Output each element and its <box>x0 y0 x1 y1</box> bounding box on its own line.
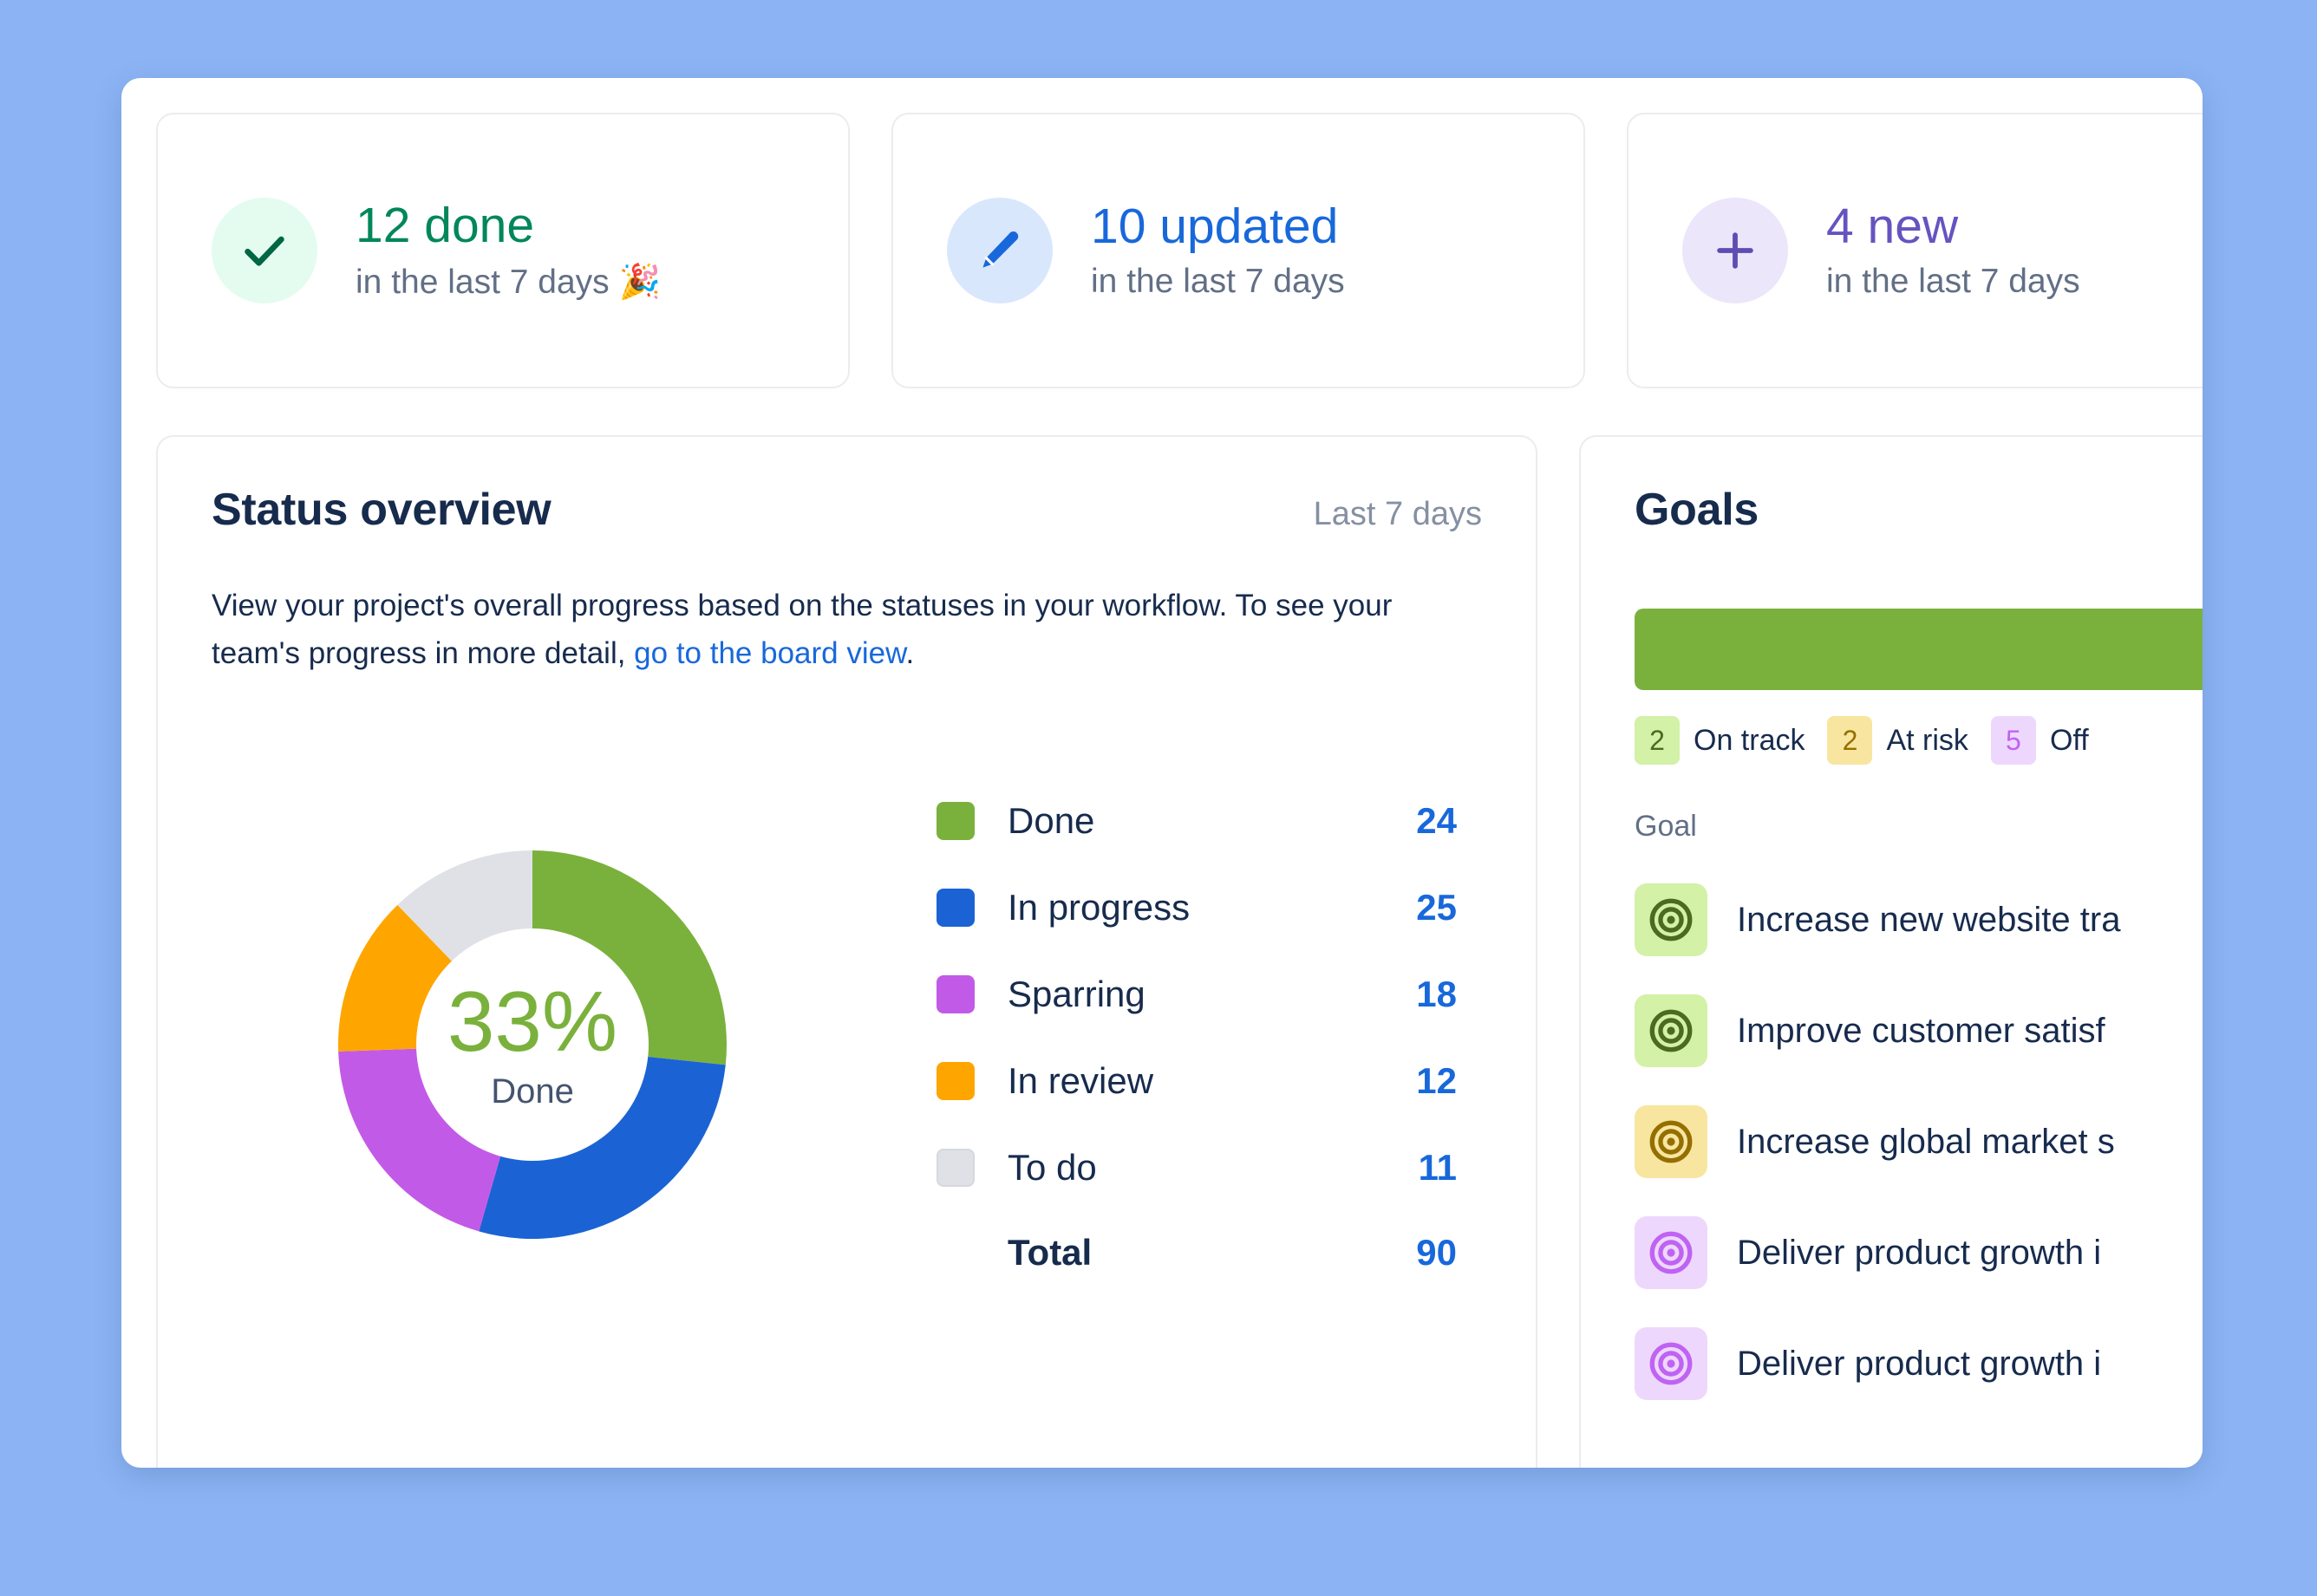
goals-progress-fill <box>1635 609 2203 690</box>
legend-row-sparring[interactable]: Sparring 18 <box>937 951 1457 1038</box>
legend-value-done: 24 <box>1416 800 1457 842</box>
legend-label-to-do: To do <box>1008 1147 1097 1189</box>
goal-list-item[interactable]: Increase global market s <box>1635 1086 2203 1197</box>
status-overview-header: Status overview Last 7 days <box>212 484 1482 536</box>
stat-card-updated[interactable]: 10 updated in the last 7 days <box>891 113 1585 388</box>
goal-name: Increase new website tra <box>1737 900 2121 939</box>
goal-list-item[interactable]: Deliver product growth i <box>1635 1308 2203 1419</box>
status-badge-count-on-track: 2 <box>1635 716 1680 765</box>
target-icon <box>1635 883 1707 956</box>
legend-swatch-in-progress <box>937 889 975 928</box>
pencil-icon-bubble <box>947 198 1053 303</box>
stat-headline-new: 4 new <box>1826 199 1959 255</box>
status-badge-label-at-risk: At risk <box>1886 723 1968 757</box>
pencil-icon <box>975 225 1025 276</box>
status-legend: Done 24 In progress 25 Sparring 18 In review 12… <box>937 778 1457 1294</box>
legend-label-sparring: Sparring <box>1008 974 1145 1015</box>
goal-name: Increase global market s <box>1737 1122 2115 1161</box>
stat-card-row: 12 done in the last 7 days 🎉 10 updated <box>156 113 2203 388</box>
screenshot-stage: 12 done in the last 7 days 🎉 10 updated <box>0 0 2317 1596</box>
legend-value-to-do: 11 <box>1418 1147 1457 1189</box>
legend-total-label: Total <box>1008 1232 1093 1274</box>
goals-list: Increase new website tra Improve customer… <box>1635 864 2203 1419</box>
target-icon <box>1635 1105 1707 1178</box>
goal-list-item[interactable]: Improve customer satisf <box>1635 975 2203 1086</box>
legend-total-spacer <box>937 1234 975 1272</box>
status-badge-label-off: Off <box>2049 723 2089 757</box>
legend-row-done[interactable]: Done 24 <box>937 778 1457 864</box>
target-icon <box>1635 994 1707 1067</box>
legend-value-in-review: 12 <box>1416 1060 1457 1102</box>
plus-icon <box>1710 225 1760 276</box>
legend-value-sparring: 18 <box>1416 974 1457 1015</box>
status-chart-area: 33% Done Done 24 In progress 25 Sparring 18 In… <box>212 724 1482 1365</box>
stat-subtext-updated: in the last 7 days <box>1091 262 1345 300</box>
legend-swatch-sparring <box>937 975 975 1014</box>
status-badge-label-on-track: On track <box>1694 723 1805 757</box>
legend-row-in-review[interactable]: In review 12 <box>937 1038 1457 1124</box>
status-badge-on-track[interactable]: 2 On track <box>1635 716 1805 765</box>
status-overview-card: Status overview Last 7 days View your pr… <box>156 435 1537 1468</box>
target-icon <box>1635 1216 1707 1289</box>
legend-total-row: Total 90 <box>937 1211 1457 1294</box>
legend-value-in-progress: 25 <box>1416 887 1457 928</box>
dashboard-panel: 12 done in the last 7 days 🎉 10 updated <box>121 78 2203 1468</box>
legend-swatch-to-do <box>937 1149 975 1188</box>
legend-swatch-done <box>937 802 975 841</box>
legend-total-value: 90 <box>1416 1232 1457 1274</box>
goal-name: Deliver product growth i <box>1737 1344 2102 1383</box>
stat-headline-updated: 10 updated <box>1091 199 1339 255</box>
check-icon-bubble <box>212 198 317 303</box>
goal-list-item[interactable]: Deliver product growth i <box>1635 1197 2203 1308</box>
status-badge-at-risk[interactable]: 2 At risk <box>1827 716 1968 765</box>
donut-svg <box>338 850 727 1240</box>
legend-row-in-progress[interactable]: In progress 25 <box>937 864 1457 951</box>
goals-title: Goals <box>1635 485 1759 535</box>
legend-label-done: Done <box>1008 800 1095 842</box>
status-badge-count-at-risk: 2 <box>1827 716 1873 765</box>
stat-text-group: 10 updated in the last 7 days <box>1091 200 1345 301</box>
status-badge-count-off: 5 <box>1990 716 2036 765</box>
plus-icon-bubble <box>1682 198 1788 303</box>
target-icon <box>1635 1327 1707 1400</box>
goal-name: Improve customer satisf <box>1737 1011 2105 1050</box>
goal-name: Deliver product growth i <box>1737 1233 2102 1272</box>
stat-text-group: 12 done in the last 7 days 🎉 <box>356 199 661 302</box>
goals-status-badge-row: 2 On track 2 At risk 5 Off <box>1635 716 2203 765</box>
goals-column-header: Goal <box>1635 810 1697 843</box>
stat-card-new[interactable]: 4 new in the last 7 days <box>1627 113 2203 388</box>
stat-text-group: 4 new in the last 7 days <box>1826 200 2080 301</box>
legend-row-to-do[interactable]: To do 11 <box>937 1124 1457 1211</box>
legend-label-in-review: In review <box>1008 1060 1154 1102</box>
status-donut-chart[interactable]: 33% Done <box>212 724 853 1365</box>
status-overview-range-label: Last 7 days <box>1313 496 1482 532</box>
status-badge-off[interactable]: 5 Off <box>1990 716 2089 765</box>
check-icon <box>238 224 291 277</box>
goals-progress-track <box>1635 609 2203 690</box>
legend-swatch-in-review <box>937 1062 975 1101</box>
board-view-link[interactable]: go to the board view <box>634 636 905 670</box>
page-title: Status overview <box>212 485 552 535</box>
stat-subtext-new: in the last 7 days <box>1826 262 2080 300</box>
stat-headline-done: 12 done <box>356 198 535 254</box>
stat-subtext-done: in the last 7 days 🎉 <box>356 263 662 301</box>
status-overview-description: View your project's overall progress bas… <box>212 583 1434 677</box>
description-text-after: . <box>905 635 915 670</box>
goals-card: Goals 2 On track 2 At risk 5 Off Goal Increas… <box>1579 435 2203 1468</box>
legend-label-in-progress: In progress <box>1008 887 1191 928</box>
donut-hole <box>416 928 649 1162</box>
stat-card-done[interactable]: 12 done in the last 7 days 🎉 <box>156 113 850 388</box>
goal-list-item[interactable]: Increase new website tra <box>1635 864 2203 975</box>
main-content-row: Status overview Last 7 days View your pr… <box>156 435 2203 1468</box>
